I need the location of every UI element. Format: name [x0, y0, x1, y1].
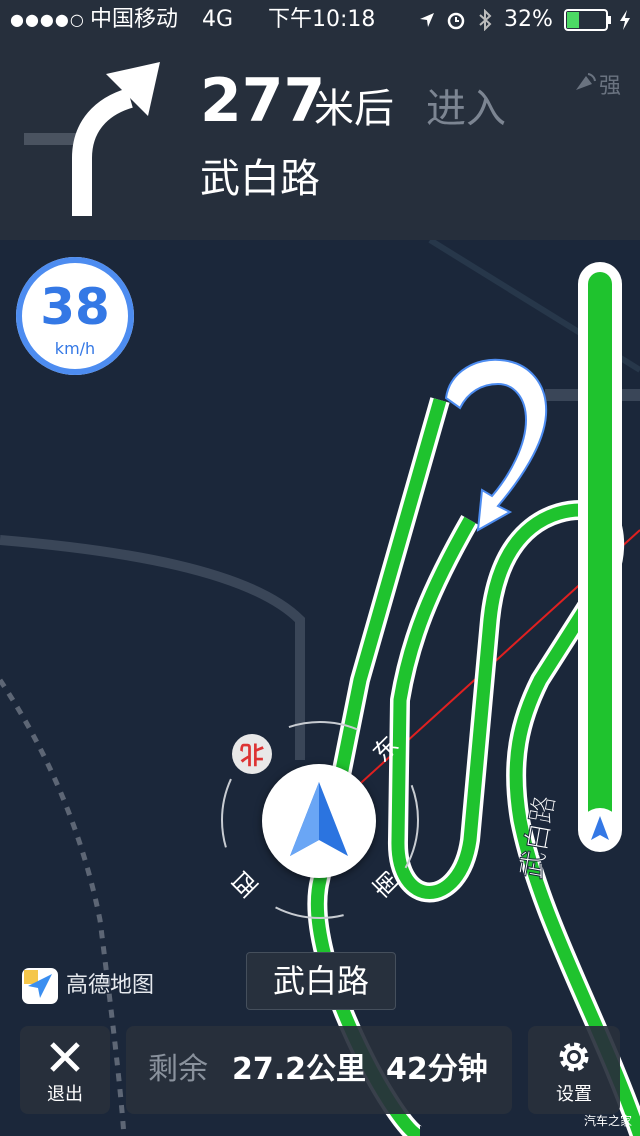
turn-right-arrow-icon	[72, 62, 160, 216]
progress-position-marker	[579, 808, 621, 850]
battery-percent: 32%	[504, 7, 553, 32]
car-position-marker[interactable]	[262, 764, 376, 878]
gps-signal-icon	[576, 73, 596, 90]
amap-logo-text: 高德地图	[66, 973, 155, 998]
settings-label: 设置	[556, 1084, 592, 1105]
amap-logo-icon	[22, 968, 58, 1004]
gps-signal-label: 强	[599, 74, 622, 99]
clock-time: 下午10:18	[268, 7, 376, 32]
location-arrow-icon	[420, 13, 434, 27]
battery-icon	[564, 9, 611, 31]
status-bar: ●●●●○ 中国移动 4G 下午10:18 32%	[0, 0, 640, 40]
route-progress-bar	[578, 262, 622, 852]
navigation-header: 277 米后 进入 武白路 强	[0, 40, 640, 240]
remaining-distance: 27.2公里	[232, 1052, 367, 1087]
speed-indicator: 38 km/h	[16, 257, 134, 375]
speed-value: 38	[40, 278, 110, 336]
charging-bolt-icon	[620, 10, 630, 30]
u-turn-arrow-icon	[444, 358, 548, 532]
maneuver-action: 进入	[426, 86, 506, 132]
navigation-arrow-icon	[290, 782, 348, 856]
route-progress-fill	[588, 272, 612, 832]
remaining-info-panel: 剩余 27.2公里 42分钟	[126, 1026, 512, 1114]
exit-label: 退出	[47, 1084, 83, 1105]
current-position-icon	[591, 816, 609, 840]
watermark: 汽车之家	[584, 1114, 633, 1128]
signal-strength-dots: ●●●●○	[10, 10, 85, 29]
distance-unit: 米后	[314, 86, 394, 132]
battery-fill	[567, 12, 579, 28]
network-type: 4G	[202, 7, 234, 32]
next-road-name: 武白路	[200, 156, 320, 202]
distance-value: 277	[200, 66, 326, 136]
alarm-icon	[447, 12, 465, 30]
bluetooth-icon	[479, 9, 492, 31]
carrier-name: 中国移动	[90, 7, 179, 32]
gear-icon	[559, 1042, 589, 1072]
exit-button[interactable]: 退出	[20, 1026, 110, 1114]
current-road-label: 武白路	[246, 952, 396, 1010]
close-icon	[50, 1042, 80, 1072]
speed-unit: km/h	[54, 339, 96, 358]
remaining-label: 剩余	[148, 1052, 208, 1087]
amap-logo: 高德地图	[22, 968, 162, 1004]
settings-button[interactable]: 设置	[528, 1026, 620, 1114]
remaining-time: 42分钟	[386, 1052, 488, 1087]
